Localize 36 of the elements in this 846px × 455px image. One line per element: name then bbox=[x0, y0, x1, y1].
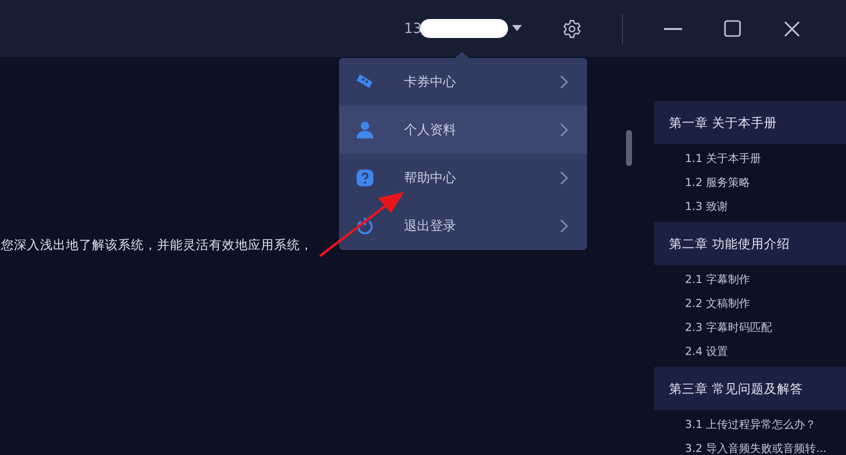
help-icon bbox=[355, 168, 375, 188]
chevron-icon bbox=[560, 75, 568, 89]
settings-icon[interactable] bbox=[562, 18, 582, 38]
chevron-icon bbox=[560, 171, 568, 185]
chapter-heading[interactable]: 第二章 功能使用介绍 bbox=[654, 222, 846, 265]
chevron-icon bbox=[560, 219, 568, 233]
section-link[interactable]: 1.3 致谢 bbox=[685, 195, 846, 219]
menu-item[interactable]: 卡券中心 bbox=[339, 58, 587, 106]
body-text: 您深入浅出地了解该系统，并能灵活有效地应用系统， bbox=[0, 237, 314, 254]
caret-icon bbox=[512, 25, 522, 32]
power-icon bbox=[355, 216, 375, 236]
section-link[interactable]: 2.2 文稿制作 bbox=[685, 292, 846, 316]
person-icon bbox=[355, 120, 375, 140]
menu-label: 帮助中心 bbox=[404, 170, 457, 187]
menu-item[interactable]: 帮助中心 bbox=[339, 154, 587, 202]
account-button[interactable]: 13 bbox=[404, 19, 522, 38]
minimize-icon[interactable] bbox=[664, 28, 682, 30]
chapter-heading[interactable]: 第一章 关于本手册 bbox=[654, 101, 846, 144]
close-icon[interactable] bbox=[784, 20, 800, 36]
scrollbar-thumb[interactable] bbox=[626, 130, 632, 166]
section-link[interactable]: 3.2 导入音频失败或音频转... bbox=[685, 437, 846, 455]
section-link[interactable]: 1.2 服务策略 bbox=[685, 171, 846, 195]
account-number: 13 bbox=[404, 20, 422, 36]
chapter-heading[interactable]: 第三章 常见问题及解答 bbox=[654, 367, 846, 410]
menu-item[interactable]: 退出登录 bbox=[339, 202, 587, 250]
section-link[interactable]: 2.3 字幕时码匹配 bbox=[685, 316, 846, 340]
section-link[interactable]: 3.1 上传过程异常怎么办？ bbox=[685, 413, 846, 437]
menu-label: 卡券中心 bbox=[404, 74, 457, 91]
menu-label: 退出登录 bbox=[404, 218, 457, 235]
chevron-icon bbox=[560, 123, 568, 137]
menu-label: 个人资料 bbox=[404, 122, 457, 139]
section-link[interactable]: 2.4 设置 bbox=[685, 340, 846, 364]
maximize-icon[interactable] bbox=[724, 20, 741, 37]
section-link[interactable]: 1.1 关于本手册 bbox=[685, 147, 846, 171]
menu-item[interactable]: 个人资料 bbox=[339, 106, 587, 154]
section-link[interactable]: 2.1 字幕制作 bbox=[685, 268, 846, 292]
